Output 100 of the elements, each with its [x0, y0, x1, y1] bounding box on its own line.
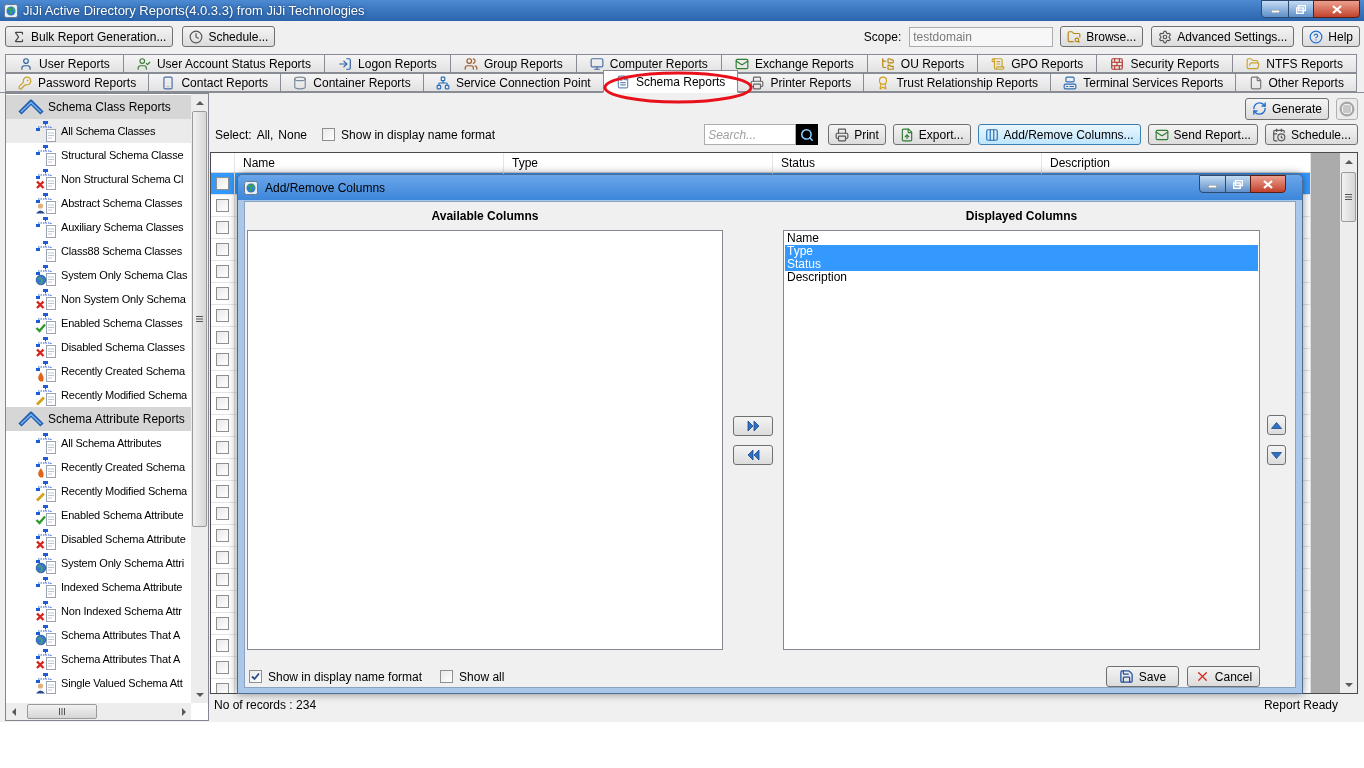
- sidebar-item[interactable]: System Only Schema Clas: [6, 263, 191, 287]
- maximize-button[interactable]: [1288, 0, 1314, 18]
- checkbox[interactable]: [216, 595, 229, 608]
- report-tab[interactable]: Password Reports: [5, 73, 150, 92]
- checkbox[interactable]: [216, 661, 229, 674]
- sidebar-item[interactable]: Schema Attributes That A: [6, 647, 191, 671]
- checkbox[interactable]: [216, 353, 229, 366]
- list-item[interactable]: Description: [785, 271, 1258, 284]
- checkbox[interactable]: [216, 375, 229, 388]
- checkbox[interactable]: [216, 617, 229, 630]
- report-tab[interactable]: Other Reports: [1235, 73, 1357, 92]
- move-up-button[interactable]: [1267, 415, 1286, 435]
- report-tab[interactable]: Contact Reports: [148, 73, 282, 92]
- arrow-down-icon[interactable]: [1344, 681, 1353, 688]
- checkbox[interactable]: [216, 683, 229, 693]
- report-button[interactable]: Schedule...: [1264, 124, 1358, 145]
- checkbox[interactable]: [216, 243, 229, 256]
- arrow-down-icon[interactable]: [195, 691, 204, 698]
- report-tab[interactable]: Container Reports: [280, 73, 424, 92]
- close-button[interactable]: [1250, 175, 1286, 193]
- report-tab[interactable]: Printer Reports: [737, 73, 865, 92]
- column-header[interactable]: Name: [235, 153, 504, 172]
- report-button[interactable]: Add/Remove Columns...: [977, 124, 1141, 145]
- toolbar-button[interactable]: Advanced Settings...: [1151, 26, 1295, 47]
- remove-all-button[interactable]: [733, 444, 773, 465]
- stop-button[interactable]: [1336, 97, 1358, 120]
- checkbox[interactable]: [216, 529, 229, 542]
- report-button[interactable]: Print: [828, 124, 886, 145]
- scroll-thumb[interactable]: [1341, 172, 1356, 222]
- checkbox[interactable]: [216, 639, 229, 652]
- checkbox[interactable]: [216, 309, 229, 322]
- sidebar-item[interactable]: Non Structural Schema Cl: [6, 167, 191, 191]
- checkbox[interactable]: [216, 397, 229, 410]
- checkbox[interactable]: [216, 199, 229, 212]
- sidebar-item[interactable]: Recently Created Schema: [6, 359, 191, 383]
- report-tab[interactable]: Security Reports: [1096, 54, 1234, 73]
- dialog-button[interactable]: Save: [1106, 666, 1179, 687]
- scope-field[interactable]: testdomain: [909, 26, 1054, 47]
- close-button[interactable]: [1313, 0, 1360, 18]
- select-link[interactable]: None: [278, 125, 308, 144]
- add-all-button[interactable]: [733, 415, 773, 436]
- arrow-left-icon[interactable]: [10, 707, 17, 716]
- accordion-header[interactable]: Schema Class Reports: [6, 95, 191, 119]
- report-tab[interactable]: OU Reports: [866, 54, 979, 73]
- sidebar-item[interactable]: Single Valued Schema Att: [6, 671, 191, 695]
- minimize-button[interactable]: [1199, 175, 1226, 193]
- report-tab[interactable]: NTFS Reports: [1232, 54, 1357, 73]
- accordion-header[interactable]: Schema Attribute Reports: [6, 407, 191, 431]
- checkbox[interactable]: [216, 265, 229, 278]
- dialog-button[interactable]: Cancel: [1187, 666, 1260, 687]
- sidebar-item[interactable]: Class88 Schema Classes: [6, 239, 191, 263]
- toolbar-button[interactable]: Browse...: [1060, 26, 1144, 47]
- report-tab[interactable]: Service Connection Point: [422, 73, 604, 92]
- report-tab[interactable]: Trust Relationship Reports: [863, 73, 1052, 92]
- checkbox[interactable]: [322, 128, 336, 141]
- sidebar-item[interactable]: All Schema Classes: [6, 119, 191, 143]
- search-button[interactable]: [796, 124, 819, 145]
- sidebar-item[interactable]: Non Indexed Schema Attr: [6, 599, 191, 623]
- vertical-scrollbar[interactable]: [1340, 153, 1357, 693]
- sidebar-item[interactable]: Recently Modified Schema: [6, 383, 191, 407]
- sidebar-item[interactable]: Recently Modified Schema: [6, 479, 191, 503]
- horizontal-scrollbar[interactable]: [6, 703, 191, 720]
- checkbox[interactable]: [216, 463, 229, 476]
- column-header[interactable]: Status: [773, 153, 1042, 172]
- maximize-button[interactable]: [1225, 175, 1251, 193]
- sidebar-item[interactable]: Structural Schema Classe: [6, 143, 191, 167]
- checkbox[interactable]: [216, 507, 229, 520]
- checkbox[interactable]: [216, 287, 229, 300]
- sidebar-item[interactable]: Disabled Schema Attribute: [6, 527, 191, 551]
- column-header[interactable]: Type: [504, 153, 773, 172]
- toolbar-button[interactable]: Schedule...: [182, 26, 276, 47]
- toolbar-button[interactable]: Bulk Report Generation...: [5, 26, 174, 47]
- toolbar-button[interactable]: Help: [1302, 26, 1360, 47]
- list-item[interactable]: Name: [785, 232, 1258, 245]
- move-down-button[interactable]: [1267, 445, 1286, 465]
- checkbox[interactable]: [216, 331, 229, 344]
- report-tab[interactable]: Logon Reports: [324, 54, 451, 73]
- sidebar-item[interactable]: Enabled Schema Attribute: [6, 503, 191, 527]
- checkbox[interactable]: [216, 573, 229, 586]
- select-link[interactable]: All,: [256, 125, 274, 144]
- sidebar-item[interactable]: Schema Attributes That A: [6, 623, 191, 647]
- displayed-columns-list[interactable]: Name Type Status Description: [783, 230, 1260, 650]
- column-header[interactable]: Description: [1042, 153, 1311, 172]
- report-tab[interactable]: Terminal Services Reports: [1050, 73, 1237, 92]
- sidebar-item[interactable]: All Schema Attributes: [6, 431, 191, 455]
- report-button[interactable]: Send Report...: [1147, 124, 1258, 145]
- checkbox[interactable]: [216, 551, 229, 564]
- report-tab[interactable]: User Reports: [5, 54, 124, 73]
- report-tab[interactable]: GPO Reports: [977, 54, 1098, 73]
- checkbox[interactable]: [440, 670, 454, 683]
- generate-button[interactable]: Generate: [1244, 97, 1329, 120]
- sidebar-item[interactable]: System Only Schema Attri: [6, 551, 191, 575]
- sidebar-item[interactable]: Enabled Schema Classes: [6, 311, 191, 335]
- report-tab[interactable]: Group Reports: [449, 54, 577, 73]
- report-tab[interactable]: Exchange Reports: [720, 54, 868, 73]
- arrow-up-icon[interactable]: [195, 99, 204, 106]
- sidebar-item[interactable]: Non System Only Schema: [6, 287, 191, 311]
- sidebar-item[interactable]: Indexed Schema Attribute: [6, 575, 191, 599]
- checkbox[interactable]: [216, 221, 229, 234]
- sidebar-item[interactable]: Recently Created Schema: [6, 455, 191, 479]
